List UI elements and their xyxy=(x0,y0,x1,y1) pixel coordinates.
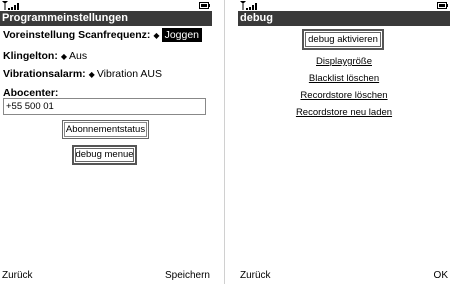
display-size-label: Displaygröße xyxy=(316,56,372,67)
battery-icon xyxy=(437,2,448,9)
vibration-alarm-value[interactable]: Vibration AUS xyxy=(97,68,162,80)
clear-blacklist-link[interactable]: Blacklist löschen xyxy=(238,73,450,84)
debug-activate-button[interactable]: debug aktivieren xyxy=(302,29,384,50)
ringtone-setting[interactable]: Klingelton: ◆ Aus xyxy=(3,50,87,62)
save-softkey[interactable]: Speichern xyxy=(165,268,210,284)
display-size-link[interactable]: Displaygröße xyxy=(238,56,450,67)
screen-title: Programmeinstellungen xyxy=(0,11,212,26)
status-bar xyxy=(238,0,450,11)
screen-title: debug xyxy=(238,11,450,26)
settings-screen: Programmeinstellungen Voreinstellung Sca… xyxy=(0,0,212,284)
vibration-alarm-label: Vibrationsalarm: xyxy=(3,68,86,80)
screen-divider xyxy=(224,0,225,284)
signal-strength-icon xyxy=(240,1,257,10)
selector-diamond-icon: ◆ xyxy=(153,31,160,40)
reload-recordstore-label: Recordstore neu laden xyxy=(295,107,393,118)
subscription-status-button[interactable]: Abonnementstatus xyxy=(62,120,149,139)
signal-strength-icon xyxy=(2,1,19,10)
vibration-alarm-setting[interactable]: Vibrationsalarm: ◆ Vibration AUS xyxy=(3,68,162,80)
back-softkey[interactable]: Zurück xyxy=(2,268,33,284)
clear-recordstore-label: Recordstore löschen xyxy=(300,90,388,101)
debug-menu: debug aktivieren Displaygröße Blacklist … xyxy=(238,26,450,268)
settings-form: Voreinstellung Scanfrequenz: ◆ Joggen Klin… xyxy=(0,26,212,268)
back-softkey[interactable]: Zurück xyxy=(240,268,271,284)
scan-frequency-setting[interactable]: Voreinstellung Scanfrequenz: ◆ Joggen xyxy=(3,28,203,42)
selector-diamond-icon: ◆ xyxy=(88,70,95,79)
softkey-bar: Zurück Speichern xyxy=(0,268,212,284)
ok-softkey[interactable]: OK xyxy=(434,268,448,284)
status-bar xyxy=(0,0,212,11)
clear-blacklist-label: Blacklist löschen xyxy=(308,73,380,84)
ringtone-value[interactable]: Aus xyxy=(69,50,87,62)
ringtone-label: Klingelton: xyxy=(3,50,58,62)
abocenter-input[interactable]: +55 500 01 xyxy=(3,98,206,115)
battery-icon xyxy=(199,2,210,9)
debug-screen: debug debug aktivieren Displaygröße Blac… xyxy=(238,0,450,284)
scan-frequency-value[interactable]: Joggen xyxy=(161,28,203,42)
selector-diamond-icon: ◆ xyxy=(60,52,67,61)
scan-frequency-label: Voreinstellung Scanfrequenz: xyxy=(3,29,151,41)
softkey-bar: Zurück OK xyxy=(238,268,450,284)
reload-recordstore-link[interactable]: Recordstore neu laden xyxy=(238,107,450,118)
debug-menu-button[interactable]: debug menue xyxy=(72,145,137,165)
clear-recordstore-link[interactable]: Recordstore löschen xyxy=(238,90,450,101)
